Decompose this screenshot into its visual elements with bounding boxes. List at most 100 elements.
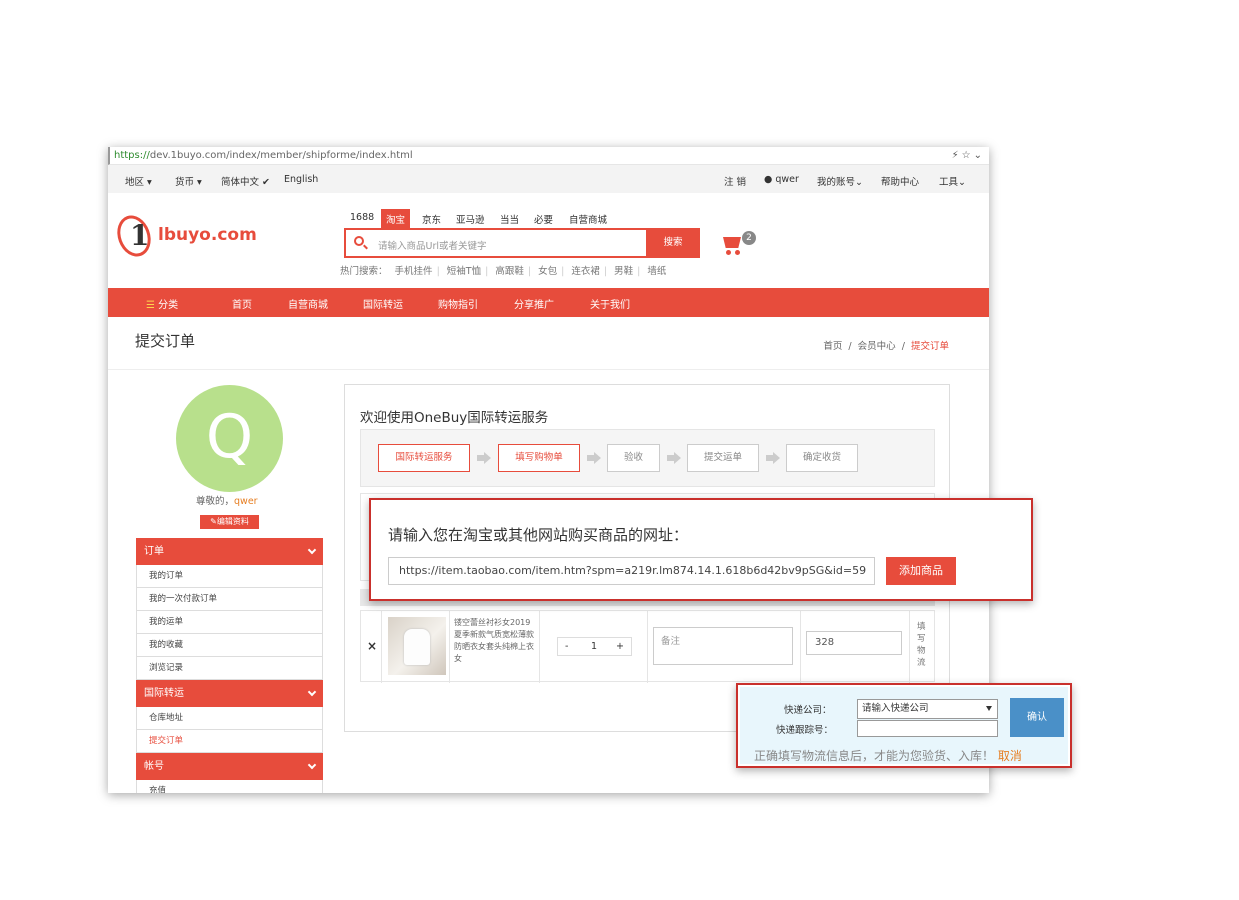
account-link[interactable]: 我的账号⌄ — [817, 174, 863, 188]
nav-about[interactable]: 关于我们 — [590, 296, 630, 311]
qty-minus-button[interactable]: - — [565, 641, 568, 652]
shipping-tip: 正确填写物流信息后，才能为您验货、入库！ 取消 — [754, 747, 1022, 764]
user-link[interactable]: ● qwer — [764, 174, 799, 185]
hot-item[interactable]: 女包 — [538, 266, 557, 277]
tracking-label: 快递跟踪号： — [776, 725, 834, 736]
hot-item[interactable]: 手机挂件 — [395, 266, 433, 277]
search-button[interactable]: 搜索 — [646, 228, 700, 258]
nav-guide[interactable]: 购物指引 — [438, 296, 478, 311]
sidebar-item-current[interactable]: 提交订单 — [136, 730, 323, 753]
sidebar-group-account[interactable]: 帐号 — [136, 753, 323, 780]
region-dropdown[interactable]: 地区 ▾ — [125, 174, 152, 188]
cart-button[interactable]: 2 — [723, 231, 759, 259]
step-fill-list[interactable]: 填写购物单 — [498, 444, 580, 472]
cancel-link[interactable]: 取消 — [998, 749, 1022, 763]
help-link[interactable]: 帮助中心 — [881, 174, 919, 188]
logout-link[interactable]: 注 销 — [724, 174, 746, 188]
hot-searches: 热门搜索： 手机挂件 | 短袖T恤 | 高跟鞋 | 女包 | 连衣裙 | 男鞋 | 墙纸 — [340, 266, 667, 277]
sidebar-item[interactable]: 仓库地址 — [136, 707, 323, 730]
add-product-button[interactable]: 添加商品 — [886, 557, 956, 585]
hot-label: 热门搜索： — [340, 266, 388, 277]
user-name: qwer — [775, 174, 799, 185]
courier-select-value: 请输入快递公司 — [862, 703, 929, 714]
hot-item[interactable]: 墙纸 — [647, 266, 666, 277]
cart-count-badge: 2 — [742, 231, 756, 245]
hot-item[interactable]: 短袖T恤 — [447, 266, 481, 277]
tab-jd[interactable]: 京东 — [422, 212, 441, 226]
nav-forwarding[interactable]: 国际转运 — [363, 296, 403, 311]
remark-textarea[interactable]: 备注 — [653, 627, 793, 665]
chevron-down-icon — [307, 687, 317, 697]
nav-self-mall[interactable]: 自营商城 — [288, 296, 328, 311]
nav-category[interactable]: ☰ 分类 — [146, 296, 178, 311]
search-icon — [354, 236, 364, 246]
step-inspect[interactable]: 验收 — [607, 444, 660, 472]
breadcrumb-sep: / — [901, 341, 905, 352]
remove-icon[interactable]: × — [367, 639, 377, 653]
lang-chinese[interactable]: 简体中文 ✔ — [221, 174, 270, 188]
greeting-text: 尊敬的， — [196, 496, 235, 507]
url-path: dev.1buyo.com/index/member/shipforme/ind… — [149, 150, 413, 161]
price-input[interactable]: 328 — [806, 631, 902, 655]
sidebar-group-label: 订单 — [144, 546, 164, 557]
sidebar-group-forwarding[interactable]: 国际转运 — [136, 680, 323, 707]
product-url-input[interactable]: https://item.taobao.com/item.htm?spm=a21… — [388, 557, 875, 585]
member-sidebar: 订单 我的订单 我的一次付款订单 我的运单 我的收藏 浏览记录 国际转运 仓库地… — [136, 538, 323, 793]
fill-tracking-link[interactable]: 填写物流 — [917, 621, 929, 669]
edit-icon: ✎ — [210, 517, 217, 526]
shipping-tip-text: 正确填写物流信息后，才能为您验货、入库！ — [754, 749, 995, 763]
greeting: 尊敬的，qwer — [196, 493, 258, 507]
courier-select[interactable]: 请输入快递公司 — [857, 699, 998, 719]
hot-item[interactable]: 男鞋 — [614, 266, 633, 277]
qty-value[interactable]: 1 — [591, 641, 597, 652]
step-forwarding[interactable]: 国际转运服务 — [378, 444, 470, 472]
tab-self-mall[interactable]: 自营商城 — [569, 212, 607, 226]
page-title: 提交订单 — [135, 332, 196, 350]
edit-profile-button[interactable]: ✎编辑资料 — [200, 515, 259, 529]
address-bar[interactable]: https://dev.1buyo.com/index/member/shipf… — [108, 147, 989, 165]
tracking-number-input[interactable] — [857, 720, 998, 737]
sidebar-item[interactable]: 我的订单 — [136, 565, 323, 588]
logo-text: lbuyo.com — [158, 225, 257, 245]
chevron-down-icon — [307, 545, 317, 555]
tab-1688[interactable]: 1688 — [350, 212, 374, 223]
chevron-down-icon — [307, 760, 317, 770]
qty-plus-button[interactable]: + — [616, 641, 624, 652]
lang-english[interactable]: English — [284, 174, 318, 185]
hot-item[interactable]: 连衣裙 — [571, 266, 600, 277]
arrow-right-icon — [477, 451, 491, 465]
quantity-stepper: - 1 + — [557, 637, 632, 656]
breadcrumb-member[interactable]: 会员中心 — [858, 341, 896, 352]
currency-dropdown[interactable]: 货币 ▾ — [175, 174, 202, 188]
sidebar-group-orders[interactable]: 订单 — [136, 538, 323, 565]
breadcrumb-current: 提交订单 — [910, 341, 949, 352]
arrow-right-icon — [667, 451, 681, 465]
sidebar-item[interactable]: 浏览记录 — [136, 657, 323, 680]
site-logo[interactable]: 1 lbuyo.com — [111, 210, 268, 262]
nav-share[interactable]: 分享推广 — [514, 296, 554, 311]
tab-biyao[interactable]: 必要 — [534, 212, 553, 226]
step-confirm[interactable]: 确定收货 — [786, 444, 858, 472]
tab-taobao[interactable]: 淘宝 — [381, 209, 411, 229]
avatar: Q — [176, 385, 283, 492]
browser-tools-icons[interactable]: ⚡☆⌄ — [952, 147, 985, 165]
sidebar-item[interactable]: 我的运单 — [136, 611, 323, 634]
breadcrumb-home[interactable]: 首页 — [823, 341, 842, 352]
edit-profile-label: 编辑资料 — [216, 517, 249, 526]
tab-dangdang[interactable]: 当当 — [500, 212, 519, 226]
product-image[interactable] — [388, 617, 446, 675]
confirm-button[interactable]: 确认 — [1010, 698, 1064, 737]
tools-link[interactable]: 工具⌄ — [939, 174, 966, 188]
nav-home[interactable]: 首页 — [232, 296, 252, 311]
hot-item[interactable]: 高跟鞋 — [495, 266, 524, 277]
step-submit[interactable]: 提交运单 — [687, 444, 759, 472]
sidebar-item[interactable]: 我的收藏 — [136, 634, 323, 657]
logo-one: 1 — [130, 219, 150, 252]
sidebar-item[interactable]: 我的一次付款订单 — [136, 588, 323, 611]
url-question: 请输入您在淘宝或其他网站购买商品的网址： — [388, 526, 689, 544]
sidebar-item[interactable]: 充值 — [136, 780, 323, 793]
product-description[interactable]: 镂空蕾丝衬衫女2019夏季新款气质宽松薄款防晒衣女套头纯棉上衣女 — [454, 617, 534, 665]
tab-amazon[interactable]: 亚马逊 — [456, 212, 485, 226]
greeting-username[interactable]: qwer — [234, 496, 258, 507]
breadcrumb-sep: / — [848, 341, 852, 352]
